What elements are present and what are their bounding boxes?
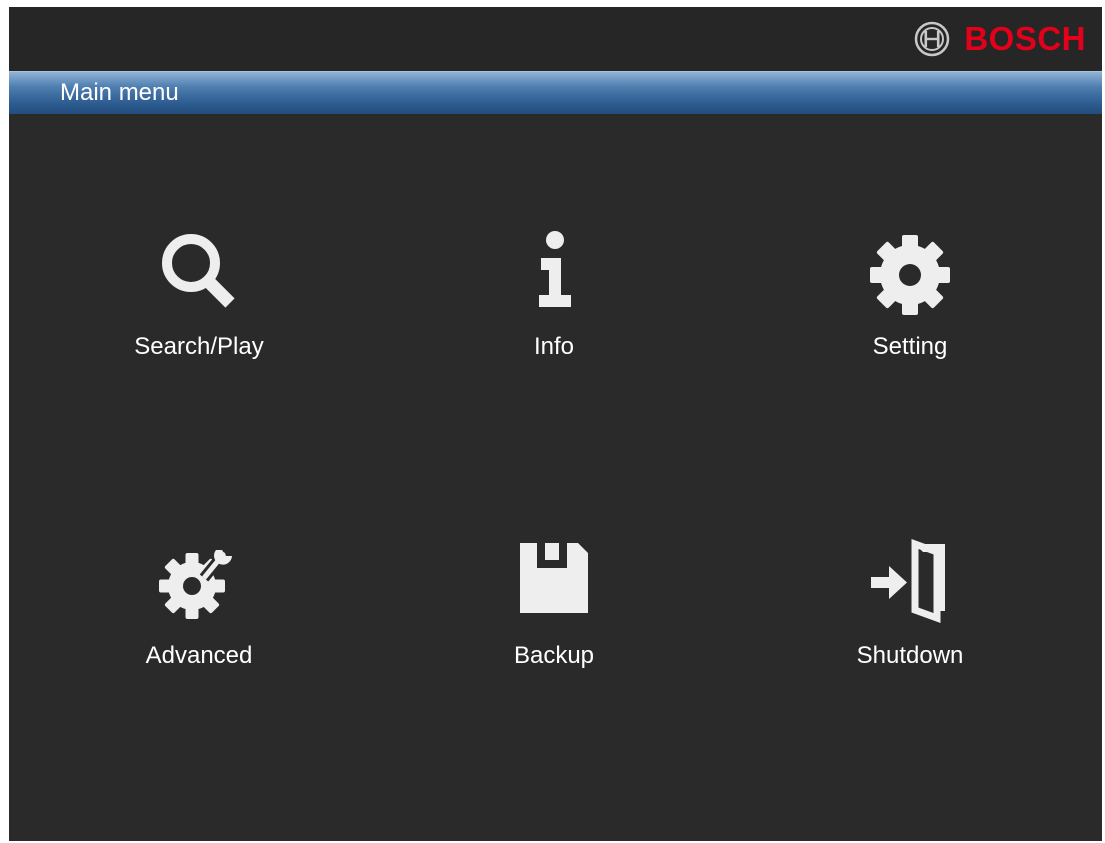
title-bar: Main menu bbox=[9, 71, 1102, 114]
brand-name: BOSCH bbox=[964, 20, 1086, 57]
menu-item-label: Shutdown bbox=[856, 642, 964, 669]
exit-door-icon bbox=[871, 539, 945, 623]
search-icon bbox=[162, 234, 235, 308]
top-bar: BOSCH bbox=[9, 7, 1102, 71]
menu-item-label: Search/Play bbox=[134, 333, 264, 360]
menu-item-label: Backup bbox=[513, 642, 595, 669]
brand-logo: BOSCH bbox=[914, 19, 1086, 59]
info-icon bbox=[539, 231, 571, 307]
bosch-armature-icon bbox=[915, 21, 950, 57]
menu-item-label: Setting bbox=[872, 333, 948, 360]
page-title: Main menu bbox=[60, 79, 179, 106]
menu-item-backup[interactable]: Backup bbox=[434, 536, 674, 716]
gear-icon bbox=[870, 235, 950, 315]
menu-item-search-play[interactable]: Search/Play bbox=[79, 227, 319, 407]
floppy-disk-icon bbox=[520, 543, 588, 613]
menu-item-label: Info bbox=[533, 333, 575, 360]
menu-item-advanced[interactable]: Advanced bbox=[79, 536, 319, 716]
menu-item-setting[interactable]: Setting bbox=[790, 227, 1030, 407]
menu-item-info[interactable]: Info bbox=[434, 227, 674, 407]
menu-item-shutdown[interactable]: Shutdown bbox=[790, 536, 1030, 716]
menu-item-label: Advanced bbox=[145, 642, 253, 669]
gear-wrench-icon bbox=[159, 545, 232, 619]
dvr-main-menu-screen: BOSCH Main menu Search/Play Info Setting… bbox=[9, 7, 1102, 841]
